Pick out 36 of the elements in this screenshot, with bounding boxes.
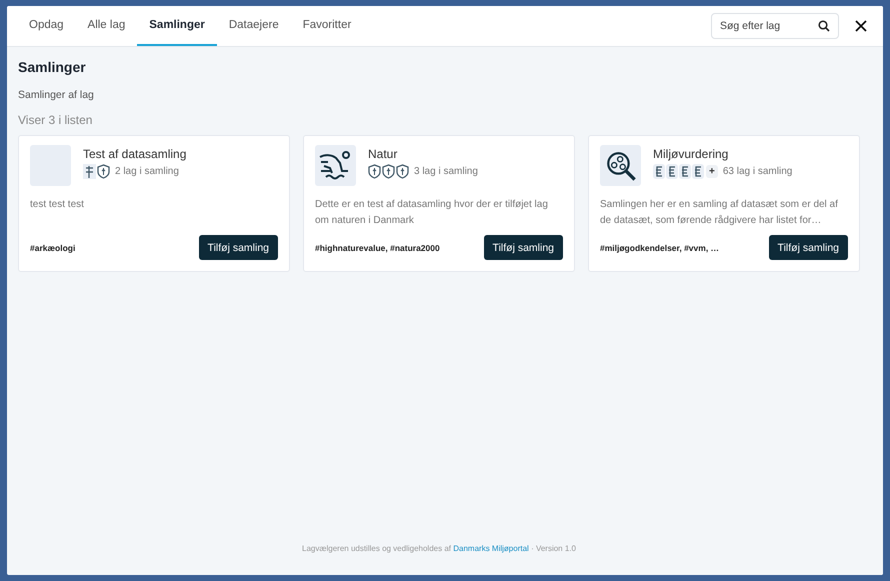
collection-description: Dette er en test af datasamling hvor der er tilføjet lag om naturen i Danmark <box>315 198 549 228</box>
more-badge: + <box>706 165 718 178</box>
tab[interactable]: Dataejere <box>216 6 291 46</box>
layer-icon <box>666 164 678 179</box>
tab[interactable]: Alle lag <box>76 6 138 46</box>
tab[interactable]: Samlinger <box>137 6 217 46</box>
shield-icon <box>97 164 110 179</box>
shield-icon <box>382 164 395 179</box>
layer-icon <box>653 164 665 179</box>
collection-title: Natur <box>368 147 398 161</box>
search-field[interactable]: Søg efter lag <box>711 13 839 39</box>
tab[interactable]: Opdag <box>17 6 76 46</box>
footer-text: Lagvælgeren udstilles og vedligeholdes af Danmarks Miljøportal · Version 1.0 <box>302 544 576 553</box>
collection-description: test test test <box>30 198 85 212</box>
layer-icon <box>679 164 691 179</box>
add-collection-button[interactable]: Tilføj samling <box>768 235 848 260</box>
tag-list: #miljøgodkendelser, #vvm, … <box>600 242 720 252</box>
add-collection-button[interactable]: Tilføj samling <box>484 235 563 260</box>
subheading: Samlinger af lag <box>18 89 95 101</box>
layer-icon <box>692 164 704 179</box>
page-heading: Samlinger <box>18 59 87 75</box>
collection-description: Samlingen her er en samling af datasæt som er del af de datasæt, som førende rådgivere har listet for… <box>600 198 839 228</box>
collection-title: Miljøvurdering <box>653 147 730 161</box>
collection-title: Test af datasamling <box>83 147 186 161</box>
tag-list: #highnaturevalue, #natura2000 <box>315 242 440 252</box>
layer-count: 63 lag i samling <box>722 166 792 177</box>
shield-icon <box>396 164 409 179</box>
tab[interactable]: Favoritter <box>290 6 364 46</box>
layer-count: 3 lag i samling <box>414 166 478 177</box>
layer-count: 2 lag i samling <box>115 166 179 177</box>
signpost-icon <box>83 164 96 179</box>
shield-icon <box>368 164 381 179</box>
tag-list: #arkæologi <box>30 242 76 252</box>
search-icon[interactable] <box>818 20 830 32</box>
result-count: Viser 3 i listen <box>18 113 94 127</box>
add-collection-button[interactable]: Tilføj samling <box>198 235 278 260</box>
